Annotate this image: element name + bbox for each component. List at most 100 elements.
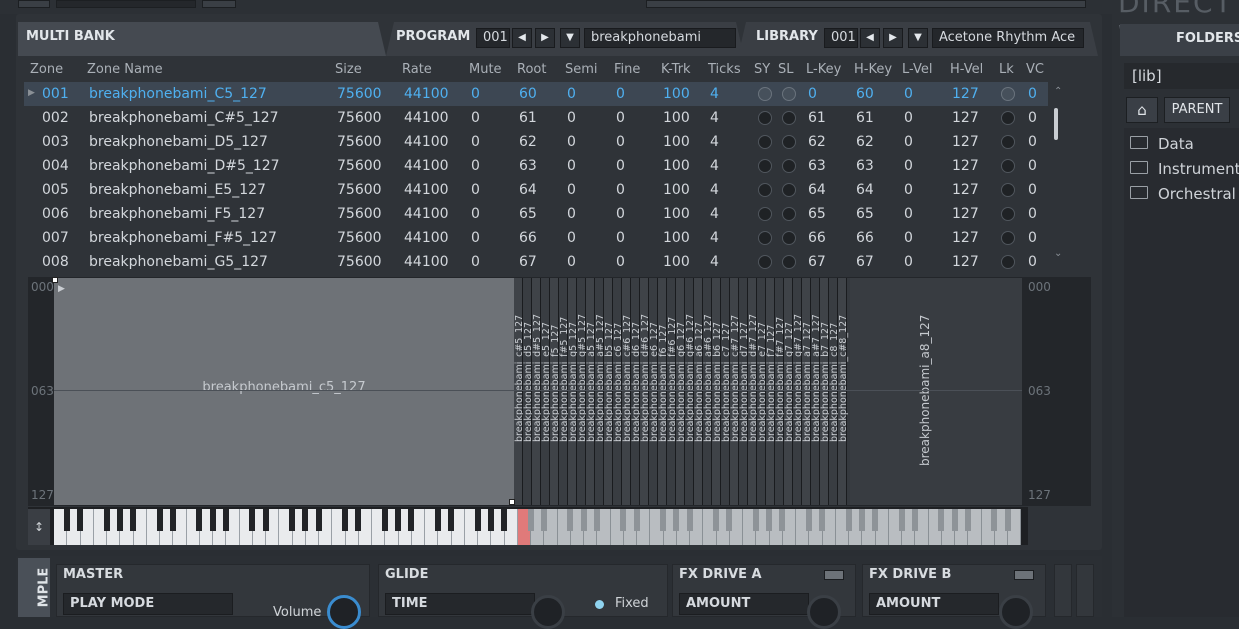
piano-black-key[interactable] bbox=[434, 509, 441, 531]
zone-strip[interactable]: breakphonebami_e6_127 bbox=[649, 278, 660, 505]
piano-black-key[interactable] bbox=[289, 509, 295, 531]
program-dropdown-button[interactable]: ▼ bbox=[560, 28, 580, 48]
zone-strip[interactable]: breakphonebami_f5_127 bbox=[550, 278, 561, 505]
sl-toggle[interactable] bbox=[782, 255, 796, 269]
cell-rate[interactable]: 44100 bbox=[404, 82, 449, 106]
program-prev-button[interactable]: ◀ bbox=[512, 28, 532, 48]
cell-hvel[interactable]: 127 bbox=[952, 106, 979, 130]
cell-ticks[interactable]: 4 bbox=[710, 82, 719, 106]
cell-ticks[interactable]: 4 bbox=[710, 250, 719, 274]
sy-toggle[interactable] bbox=[758, 183, 772, 197]
sample-side-tab[interactable]: MPLE bbox=[18, 558, 51, 617]
cell-ticks[interactable]: 4 bbox=[710, 106, 719, 130]
zone-strip[interactable]: breakphonebami_g7_127 bbox=[784, 278, 795, 505]
zone-strip[interactable]: breakphonebami_c#5_127 bbox=[514, 278, 525, 505]
header-col-lkey[interactable]: L-Key bbox=[806, 60, 841, 80]
zone-strip[interactable]: breakphonebami_a#5_127 bbox=[595, 278, 606, 505]
header-col-fine[interactable]: Fine bbox=[614, 60, 640, 80]
zone-strip[interactable]: breakphonebami_g#7_127 bbox=[793, 278, 804, 505]
cell-hvel[interactable]: 127 bbox=[952, 130, 979, 154]
header-col-vc[interactable]: VC bbox=[1026, 60, 1044, 80]
sl-toggle[interactable] bbox=[782, 207, 796, 221]
sy-toggle[interactable] bbox=[758, 231, 772, 245]
cell-ticks[interactable]: 4 bbox=[710, 226, 719, 250]
zone-strip[interactable]: breakphonebami_c#8_127 bbox=[838, 278, 849, 505]
cell-mute[interactable]: 0 bbox=[471, 226, 480, 250]
cell-zone[interactable]: 005 bbox=[42, 178, 69, 202]
cell-root[interactable]: 60 bbox=[519, 82, 537, 106]
piano-black-key[interactable] bbox=[752, 509, 759, 531]
program-next-button[interactable]: ▶ bbox=[535, 28, 555, 48]
cell-zone[interactable]: 003 bbox=[42, 130, 69, 154]
zone-strip[interactable]: breakphonebami_b7_127 bbox=[820, 278, 831, 505]
piano-black-key[interactable] bbox=[872, 509, 878, 531]
zone-strip[interactable]: breakphonebami_f6_127 bbox=[658, 278, 669, 505]
header-col-ktrk[interactable]: K-Trk bbox=[661, 60, 691, 80]
cell-mute[interactable]: 0 bbox=[471, 250, 480, 274]
zone-strip[interactable]: breakphonebami_d5_127 bbox=[523, 278, 534, 505]
scroll-down-icon[interactable]: ⌄ bbox=[1054, 248, 1062, 259]
sl-toggle[interactable] bbox=[782, 159, 796, 173]
cell-zone-name[interactable]: breakphonebami_E5_127 bbox=[89, 178, 266, 202]
fx-drive-b-amount-field[interactable]: AMOUNT bbox=[869, 593, 999, 615]
cell-rate[interactable]: 44100 bbox=[404, 130, 449, 154]
piano-black-key[interactable] bbox=[315, 509, 322, 531]
zone-strip[interactable]: breakphonebami_c#7_127 bbox=[730, 278, 741, 505]
cell-size[interactable]: 75600 bbox=[337, 130, 382, 154]
piano-black-key[interactable] bbox=[580, 509, 587, 531]
piano-black-key[interactable] bbox=[540, 509, 547, 531]
piano-black-key[interactable] bbox=[951, 509, 958, 531]
fx-drive-a-amount-field[interactable]: AMOUNT bbox=[679, 593, 809, 615]
piano-black-key[interactable] bbox=[116, 509, 123, 531]
cell-root[interactable]: 67 bbox=[519, 250, 537, 274]
zone-strip[interactable]: breakphonebami_d#6_127 bbox=[640, 278, 651, 505]
sl-toggle[interactable] bbox=[782, 135, 796, 149]
cell-ktrk[interactable]: 100 bbox=[663, 202, 690, 226]
cell-semi[interactable]: 0 bbox=[567, 202, 576, 226]
cell-zone[interactable]: 007 bbox=[42, 226, 69, 250]
cell-size[interactable]: 75600 bbox=[337, 202, 382, 226]
piano-black-key[interactable] bbox=[130, 509, 136, 531]
cell-zone-name[interactable]: breakphonebami_F#5_127 bbox=[89, 226, 277, 250]
piano-black-key[interactable] bbox=[779, 509, 786, 531]
zone-resize-handle-top[interactable] bbox=[52, 277, 58, 283]
zone-strip[interactable]: breakphonebami_b5_127 bbox=[604, 278, 615, 505]
table-row[interactable]: 006 breakphonebami_F5_127 75600 44100 0 65 0 0 1… bbox=[24, 202, 1048, 226]
folders-tab[interactable]: FOLDERS bbox=[1120, 24, 1239, 56]
sl-toggle[interactable] bbox=[782, 231, 796, 245]
toolbar-field[interactable] bbox=[56, 0, 196, 8]
lk-toggle[interactable] bbox=[1001, 87, 1015, 101]
cell-lvel[interactable]: 0 bbox=[904, 178, 913, 202]
cell-hkey[interactable]: 62 bbox=[856, 130, 874, 154]
cell-ticks[interactable]: 4 bbox=[710, 130, 719, 154]
table-scrollbar[interactable]: ⌃ ⌄ bbox=[1050, 80, 1068, 270]
cell-ticks[interactable]: 4 bbox=[710, 154, 719, 178]
cell-hvel[interactable]: 127 bbox=[952, 226, 979, 250]
cell-lkey[interactable]: 61 bbox=[808, 106, 826, 130]
piano-black-key[interactable] bbox=[991, 509, 998, 531]
folder-item-orchestral[interactable]: Orchestral bbox=[1130, 183, 1236, 205]
zone-strip[interactable]: breakphonebami_e7_127 bbox=[757, 278, 768, 505]
cell-zone-name[interactable]: breakphonebami_C5_127 bbox=[89, 82, 267, 106]
fx-drive-b-toggle[interactable] bbox=[1014, 570, 1034, 580]
table-row[interactable]: 007 breakphonebami_F#5_127 75600 44100 0 66 0 0… bbox=[24, 226, 1048, 250]
cell-vc[interactable]: 0 bbox=[1028, 106, 1037, 130]
lk-toggle[interactable] bbox=[1001, 207, 1015, 221]
cell-size[interactable]: 75600 bbox=[337, 154, 382, 178]
header-col-mute[interactable]: Mute bbox=[469, 60, 502, 80]
cell-hvel[interactable]: 127 bbox=[952, 250, 979, 274]
zone-strip[interactable]: breakphonebami_a5_127 bbox=[586, 278, 597, 505]
header-col-root[interactable]: Root bbox=[517, 60, 546, 80]
cell-semi[interactable]: 0 bbox=[567, 226, 576, 250]
cell-zone[interactable]: 008 bbox=[42, 250, 69, 274]
piano-black-key[interactable] bbox=[302, 509, 309, 531]
cell-hvel[interactable]: 127 bbox=[952, 178, 979, 202]
library-path-field[interactable]: [lib] bbox=[1124, 63, 1239, 89]
cell-lvel[interactable]: 0 bbox=[904, 106, 913, 130]
piano-black-key[interactable] bbox=[686, 509, 693, 531]
zone-strip[interactable]: breakphonebami_g6_127 bbox=[676, 278, 687, 505]
piano-black-key[interactable] bbox=[262, 509, 269, 531]
cell-root[interactable]: 66 bbox=[519, 226, 537, 250]
lk-toggle[interactable] bbox=[1001, 183, 1015, 197]
piano-black-key[interactable] bbox=[911, 509, 918, 531]
